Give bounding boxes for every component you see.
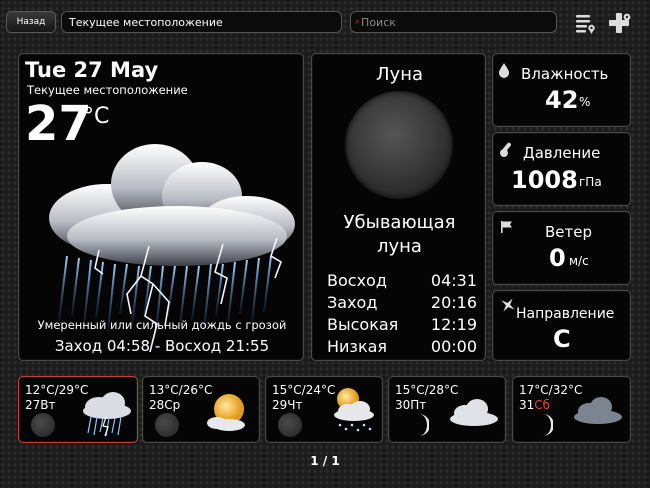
forecast-day-2[interactable]: 13°C/26°C 28Ср — [142, 376, 260, 443]
crescent-moon-icon — [543, 414, 553, 436]
wind-value: 0 — [549, 244, 566, 272]
humidity-unit: % — [579, 95, 591, 109]
moonset-value: 20:16 — [430, 293, 477, 312]
search-placeholder: Поиск — [361, 15, 396, 29]
sun-cloud-icon — [207, 394, 245, 431]
current-condition: Умеренный или сильный дождь с грозой — [37, 318, 287, 332]
pager: 1 / 1 — [310, 454, 340, 468]
current-location: Текущее местоположение — [27, 83, 188, 97]
forecast-day-1[interactable]: 12°C/29°C 27Вт — [18, 376, 138, 443]
humidity-card: Влажность 42 % — [492, 53, 631, 127]
wind-label: Ветер — [545, 223, 593, 241]
direction-card: Направление С — [492, 290, 631, 361]
crescent-moon-icon — [419, 414, 429, 436]
forecast-day-number: 31 — [519, 398, 535, 412]
moon-high-label: Высокая — [327, 315, 399, 334]
search-icon: ⌕ — [355, 17, 361, 27]
storm-icon — [83, 392, 131, 437]
forecast-day: 28Ср — [149, 398, 181, 412]
forecast-day-4[interactable]: 15°C/28°C 30Пт — [388, 376, 506, 443]
back-button[interactable]: Назад — [6, 11, 56, 33]
thermometer-icon — [500, 142, 511, 157]
forecast-day: 30Пт — [395, 398, 427, 412]
wind-unit: м/с — [569, 254, 589, 268]
cloud-icon — [450, 399, 498, 426]
moon-high-value: 12:19 — [430, 315, 477, 334]
location-field[interactable]: Текущее местоположение — [61, 11, 342, 33]
forecast-day-5[interactable]: 17°C/32°C 31Сб — [512, 376, 631, 443]
wind-card: Ветер 0 м/с — [492, 211, 631, 285]
moonrise-label: Восход — [327, 271, 387, 290]
moon-low-label: Низкая — [327, 337, 388, 356]
pressure-value: 1008 — [511, 166, 578, 194]
direction-label: Направление — [516, 306, 615, 322]
moonrise-value: 04:31 — [430, 271, 477, 290]
pressure-card: Давление 1008 гПа — [492, 132, 631, 206]
moonset-label: Заход — [327, 293, 378, 312]
direction-value: С — [553, 325, 571, 353]
moon-row-high: Высокая 12:19 — [327, 315, 477, 337]
forecast-day-3[interactable]: 15°C/24°C 29Чт — [265, 376, 383, 443]
moon-phase: Убывающая луна — [343, 212, 456, 257]
humidity-value: 42 — [545, 86, 579, 114]
moon-times-table: Восход 04:31 Заход 20:16 Высокая 12:19 Низк… — [327, 271, 477, 359]
pressure-label: Давление — [523, 144, 601, 162]
humidity-label: Влажность — [521, 65, 609, 83]
moon-title: Луна — [376, 64, 423, 85]
pressure-unit: гПа — [579, 175, 602, 189]
flag-icon — [501, 221, 512, 233]
sun-snow-icon — [334, 388, 374, 432]
moon-phase-icon — [278, 413, 302, 437]
location-list-icon[interactable] — [572, 10, 598, 36]
moon-image — [345, 91, 453, 199]
current-date: Tue 27 May — [25, 58, 159, 82]
forecast-day: 29Чт — [272, 398, 303, 412]
moon-row-set: Заход 20:16 — [327, 293, 477, 315]
moon-row-rise: Восход 04:31 — [327, 271, 477, 293]
moon-phase-icon — [31, 413, 55, 437]
add-location-icon[interactable] — [607, 10, 633, 36]
moon-row-low: Низкая 00:00 — [327, 337, 477, 359]
current-weather-panel: Tue 27 May Текущее местоположение 27 °C — [18, 53, 304, 361]
compass-icon — [501, 298, 515, 312]
forecast-day-weekday: Сб — [534, 398, 551, 412]
forecast-day: 31Сб — [519, 398, 550, 412]
moon-phase-icon — [155, 413, 179, 437]
fog-cloud-icon — [574, 397, 622, 424]
drop-icon — [499, 63, 509, 78]
sun-times: Заход 04:58 - Восход 21:55 — [54, 337, 270, 355]
forecast-day: 27Вт — [25, 398, 56, 412]
moon-low-value: 00:00 — [430, 337, 477, 356]
search-input[interactable]: ⌕ Поиск — [350, 11, 557, 33]
